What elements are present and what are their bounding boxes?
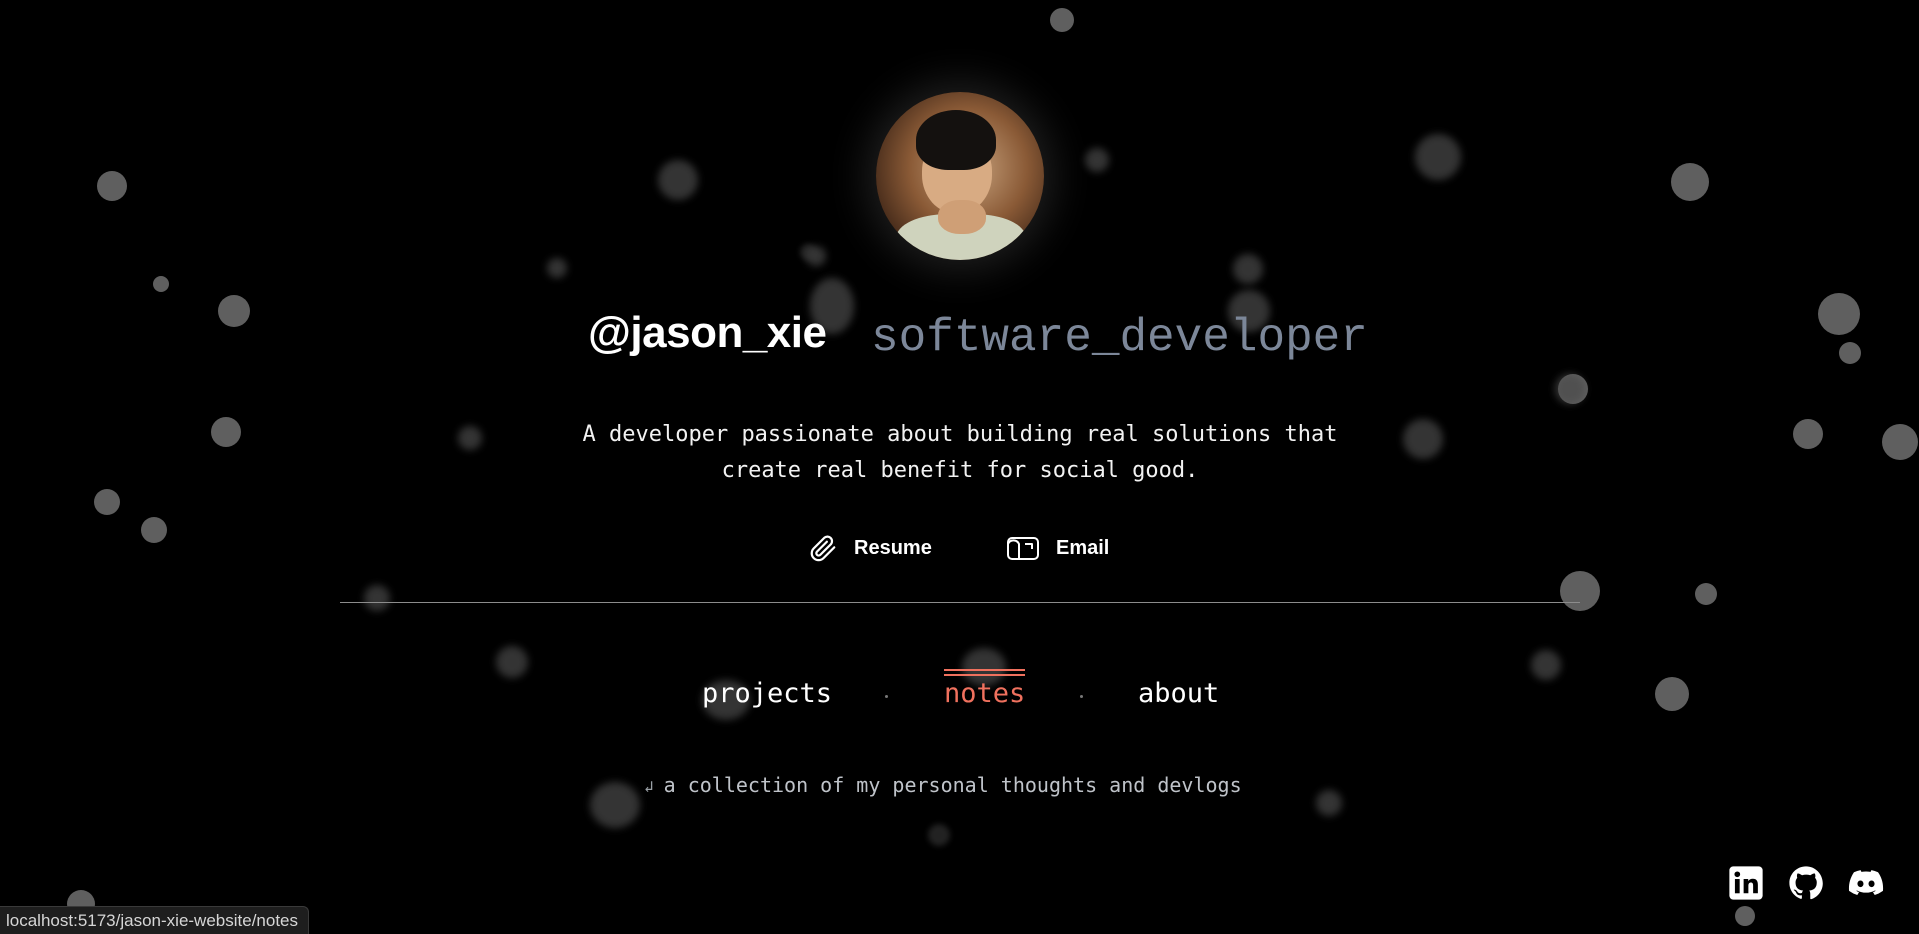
- profile-role: software_developer: [871, 312, 1368, 364]
- tab-description-text: a collection of my personal thoughts and…: [663, 773, 1242, 797]
- tab-notes-label: notes: [944, 678, 1026, 709]
- particle: [97, 171, 127, 201]
- particle: [1531, 650, 1561, 680]
- email-link[interactable]: Email: [1006, 532, 1109, 564]
- tab-notes[interactable]: notes: [944, 669, 1026, 709]
- particle: [1735, 906, 1755, 926]
- particle: [1316, 790, 1342, 816]
- section-divider: [340, 602, 1580, 603]
- tab-about[interactable]: about: [1138, 678, 1219, 709]
- linkedin-icon: [1729, 866, 1763, 900]
- tab-projects[interactable]: projects: [702, 678, 832, 709]
- profile-tagline: A developer passionate about building re…: [582, 422, 1338, 483]
- browser-status-bar: localhost:5173/jason-xie-website/notes: [0, 906, 310, 934]
- tab-separator: [1080, 695, 1083, 698]
- particle: [1555, 374, 1585, 404]
- avatar-hair: [916, 110, 996, 170]
- active-tab-indicator: [944, 669, 1026, 671]
- particle: [1085, 148, 1109, 172]
- tab-about-label: about: [1138, 678, 1220, 709]
- particle: [364, 585, 390, 611]
- particle: [1050, 8, 1074, 32]
- avatar-container: [876, 92, 1044, 260]
- resume-label: Resume: [854, 536, 932, 559]
- particle: [141, 517, 167, 543]
- github-icon: [1789, 866, 1823, 900]
- discord-link[interactable]: [1847, 864, 1885, 902]
- particle: [1839, 342, 1861, 364]
- particle: [658, 160, 698, 200]
- particle: [211, 417, 241, 447]
- particle: [1233, 254, 1263, 284]
- mailbox-icon: [1006, 533, 1040, 563]
- avatar: [876, 92, 1044, 260]
- particle: [1818, 293, 1860, 335]
- particle: [1671, 163, 1709, 201]
- particle: [590, 782, 640, 828]
- email-label: Email: [1056, 536, 1110, 559]
- tab-projects-label: projects: [702, 678, 833, 709]
- discord-icon: [1848, 870, 1884, 896]
- particle: [218, 295, 250, 327]
- particle: [1415, 134, 1461, 180]
- particle: [800, 244, 816, 260]
- particle: [547, 258, 567, 278]
- particle: [1655, 677, 1689, 711]
- tab-separator: [885, 695, 888, 698]
- return-arrow-icon: ↲: [644, 777, 654, 796]
- tab-description: ↲ a collection of my personal thoughts an…: [644, 773, 1242, 797]
- particle: [1793, 419, 1823, 449]
- avatar-hand: [938, 200, 986, 234]
- particle: [94, 489, 120, 515]
- particle: [928, 824, 950, 846]
- active-tab-indicator: [944, 674, 1026, 676]
- paperclip-icon: [808, 533, 838, 563]
- linkedin-link[interactable]: [1727, 864, 1765, 902]
- profile-handle: @jason_xie: [588, 308, 827, 357]
- particle: [1560, 571, 1600, 611]
- resume-link[interactable]: Resume: [808, 532, 932, 564]
- particle: [1695, 583, 1717, 605]
- particle: [496, 646, 528, 678]
- particle: [1882, 424, 1918, 460]
- github-link[interactable]: [1787, 864, 1825, 902]
- page: @jason_xie software_developer A develope…: [0, 0, 1919, 934]
- particle: [153, 276, 169, 292]
